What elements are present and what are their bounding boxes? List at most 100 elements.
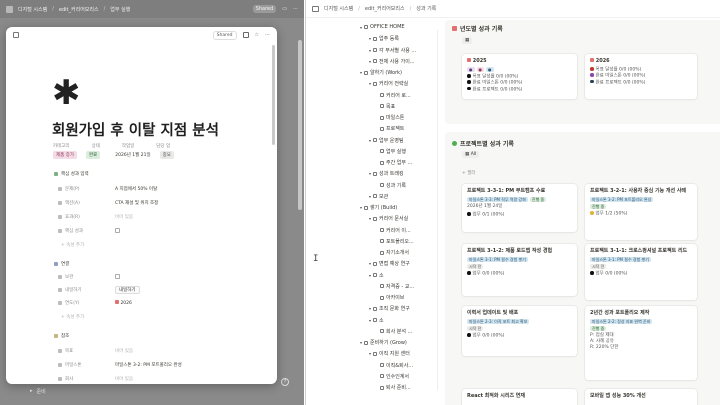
sidebar-toggle-icon[interactable] bbox=[312, 5, 319, 12]
tree-item[interactable]: 주간 업무 ... bbox=[378, 159, 412, 166]
property-row[interactable]: 연도(Y) 2026 bbox=[58, 300, 268, 306]
breadcrumb-item[interactable]: edit_커리어모리스 bbox=[365, 5, 405, 12]
checkbox[interactable] bbox=[115, 273, 120, 279]
tree-item[interactable]: 커리어 로... bbox=[378, 92, 411, 99]
tree-item[interactable]: 자격증 - 교... bbox=[378, 283, 414, 290]
tree-item[interactable]: 커리어 이... bbox=[378, 227, 411, 234]
chevron-down-icon[interactable]: ▾ bbox=[360, 25, 362, 30]
tree-item[interactable]: ▾ 소 bbox=[369, 272, 384, 279]
tree-item[interactable]: ▾ 준비하기 (Grow) bbox=[360, 339, 407, 346]
tree-item[interactable]: ▾ 커리어 전략실 bbox=[369, 80, 408, 87]
property-row[interactable]: 목표 비어 있음 bbox=[58, 348, 268, 354]
chevron-down-icon[interactable]: ▾ bbox=[369, 318, 371, 323]
chevron-down-icon[interactable]: ▾ bbox=[369, 351, 371, 356]
tree-item[interactable]: 이직&퇴사... bbox=[378, 362, 413, 369]
tree-item[interactable]: ▾ 알하기 (Work) bbox=[360, 69, 402, 76]
project-card[interactable]: 프로젝트 3-1-1: 크로스펑셔널 프로젝트 리드 마일스톤 3-1: PM … bbox=[585, 244, 697, 300]
project-card[interactable]: 프로젝트 3-2-1: 사용자 중심 기능 개선 사례 마일스톤 3-2: PM… bbox=[585, 184, 697, 240]
chevron-down-icon[interactable]: ▾ bbox=[369, 216, 371, 221]
chevron-down-icon[interactable]: ▾ bbox=[369, 59, 371, 64]
help-icon[interactable]: ? bbox=[281, 378, 289, 386]
property-row[interactable]: 마일스톤 마일스톤 3-2: PM 포트폴리오 완성 bbox=[58, 362, 268, 368]
tree-item[interactable]: ▾ 면접 예상 연구 bbox=[369, 260, 410, 267]
property-row[interactable]: 핵심 성과 bbox=[58, 227, 268, 234]
date-value[interactable]: 2026년 1월 21일 bbox=[115, 152, 150, 158]
comment-icon[interactable]: ▭ bbox=[282, 6, 287, 12]
property-value[interactable]: 2026 bbox=[120, 301, 131, 306]
tree-item[interactable]: ▾ 조직 문화 연구 bbox=[369, 305, 410, 312]
property-row[interactable]: 보관 bbox=[58, 273, 268, 280]
property-row[interactable]: 액션(A) CTA 재설 및 위치 조정 bbox=[58, 200, 268, 206]
page-icon[interactable]: ✱ bbox=[52, 76, 81, 110]
gallery-view-icon[interactable]: ▦ bbox=[462, 37, 473, 44]
chevron-down-icon[interactable]: ▾ bbox=[369, 273, 371, 278]
tree-item[interactable]: 퇴사 준비... bbox=[378, 384, 411, 391]
property-value[interactable]: 마일스톤 3-2: PM 포트폴리오 완성 bbox=[115, 362, 182, 368]
year-card[interactable]: 2025 ● ● ● 목표 달성률 0/0 (00%) 완료 마일스톤 0/0 (0… bbox=[462, 54, 577, 99]
chevron-down-icon[interactable]: ▾ bbox=[369, 171, 371, 176]
property-row[interactable]: 회사 비어 있음 bbox=[58, 376, 268, 382]
breadcrumb-item[interactable]: 업무 실행 bbox=[110, 6, 130, 13]
project-card[interactable]: 모바일 앱 성능 30% 개선 bbox=[585, 389, 697, 405]
tree-item[interactable]: ▾ 소 bbox=[369, 317, 384, 324]
tree-item[interactable]: 아카이브 bbox=[378, 294, 404, 301]
expand-icon[interactable] bbox=[13, 32, 19, 38]
board-project-header[interactable]: 프로젝트별 성과 기록 bbox=[452, 139, 514, 148]
view-tab-all[interactable]: ▦ All bbox=[462, 151, 480, 158]
breadcrumb-item[interactable]: 성과 기록 bbox=[416, 5, 436, 12]
left-scrollbar[interactable] bbox=[298, 40, 302, 210]
owner-tag[interactable]: 중요 bbox=[159, 151, 174, 159]
filter-button[interactable]: + 필터 bbox=[462, 170, 475, 176]
tree-item[interactable]: 마일스톤 bbox=[378, 114, 404, 121]
sidebar-toggle-icon[interactable] bbox=[6, 5, 13, 13]
chevron-down-icon[interactable]: ▾ bbox=[360, 205, 362, 210]
star-icon[interactable]: ☆ bbox=[255, 32, 259, 38]
project-card[interactable]: 2년간 성과 포트폴리오 제작 마일스톤 2-2: 정성 지표 완벽 준비 진행… bbox=[585, 306, 697, 380]
tree-item[interactable]: ▾ 성과 트래킹 bbox=[369, 170, 404, 177]
share-button[interactable]: Shared bbox=[252, 5, 277, 13]
add-property-button[interactable]: + 속성 추가 bbox=[61, 242, 84, 248]
chevron-down-icon[interactable]: ▾ bbox=[369, 194, 371, 199]
year-card[interactable]: 2026 목표 달성률 0/0 (00%) 완료 마일스톤 0/0 (00%) … bbox=[585, 54, 697, 99]
breadcrumb-item[interactable]: edit_커리어모리스 bbox=[59, 6, 99, 13]
add-property-button[interactable]: + 속성 추가 bbox=[61, 314, 84, 320]
chevron-down-icon[interactable]: ▾ bbox=[369, 36, 371, 41]
project-card[interactable]: 프로젝트 3-1-2: 제품 로드맵 작성 경험 마일스톤 3-1: PM 필수… bbox=[462, 244, 577, 296]
section-core[interactable]: 핵심 성과 입력 bbox=[54, 171, 89, 177]
board-year-header[interactable]: 년도별 성과 기록 bbox=[452, 24, 503, 33]
property-row[interactable]: 효과(R) 비어 있음 bbox=[58, 214, 268, 220]
tree-item[interactable]: 업무 실행 bbox=[378, 148, 406, 155]
section-reference[interactable]: 참조 bbox=[54, 333, 69, 339]
share-button[interactable]: Shared bbox=[212, 30, 237, 40]
property-value[interactable]: 비어 있음 bbox=[115, 348, 133, 354]
tree-item[interactable]: ▾ 전체 사용 가이... bbox=[369, 58, 415, 65]
property-value[interactable]: 비어 있음 bbox=[115, 376, 133, 382]
chevron-down-icon[interactable]: ▾ bbox=[369, 138, 371, 143]
page-title[interactable]: 회원가입 후 이탈 지점 분석 bbox=[52, 119, 219, 140]
tree-item[interactable]: ▾ 커리어 문서실 bbox=[369, 215, 408, 222]
status-badge[interactable]: 완료 bbox=[86, 151, 101, 159]
action-button[interactable]: 내일하기 bbox=[115, 286, 140, 294]
tree-item[interactable]: 인수인계서 bbox=[378, 373, 409, 380]
chevron-down-icon[interactable]: ▾ bbox=[369, 306, 371, 311]
more-icon[interactable]: ⋯ bbox=[265, 32, 270, 38]
project-card[interactable]: React 최적화 시리즈 연재 bbox=[462, 389, 577, 405]
property-row[interactable]: 문제(P) A 지점에서 50% 이탈 bbox=[58, 186, 268, 192]
chevron-down-icon[interactable]: ▾ bbox=[369, 81, 371, 86]
tree-item-label[interactable]: 준비 bbox=[37, 388, 46, 395]
breadcrumb-item[interactable]: 디지털 시스템 bbox=[324, 5, 353, 12]
tree-item[interactable]: 프로젝트 bbox=[378, 125, 404, 132]
tree-item[interactable]: 목표 bbox=[378, 103, 395, 110]
property-value[interactable]: A 지점에서 50% 이탈 bbox=[115, 186, 157, 192]
project-card[interactable]: 프로젝트 3-3-1: PM 부트캠프 수료 마일스톤 3-3: PM 직무 역… bbox=[462, 184, 577, 232]
breadcrumb-item[interactable]: 디지털 시스템 bbox=[18, 6, 47, 13]
comment-icon[interactable] bbox=[242, 32, 249, 38]
more-icon[interactable]: ⋯ bbox=[293, 6, 298, 12]
tree-item[interactable]: 포트폴리오... bbox=[378, 238, 414, 245]
chevron-down-icon[interactable]: ▾ bbox=[369, 261, 371, 266]
tree-item[interactable]: ▾ 업무 운영팀 bbox=[369, 137, 404, 144]
project-card[interactable]: 이력서 업데이트 및 배포 마일스톤 2-3: 이직 포트 최고 확보 시작 전… bbox=[462, 306, 577, 356]
section-link[interactable]: 연결 bbox=[54, 261, 69, 267]
property-value[interactable]: 비어 있음 bbox=[115, 214, 133, 220]
tree-item[interactable]: ▾ OFFICE HOME bbox=[360, 24, 405, 30]
